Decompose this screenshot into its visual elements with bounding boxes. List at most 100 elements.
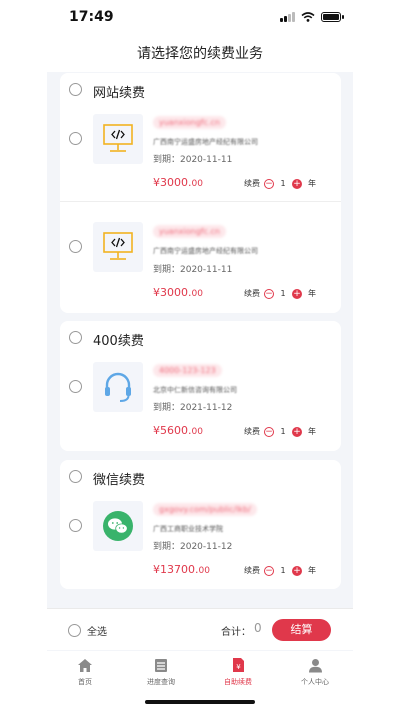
item-select-radio[interactable] (69, 519, 82, 532)
item-expire-date: 到期：2020-11-12 (153, 542, 233, 552)
tab-home[interactable]: 首页 (47, 656, 123, 687)
wechat-icon (93, 501, 143, 551)
price-main: ¥3000. (153, 286, 192, 299)
section-header: 400续费 (60, 321, 341, 355)
plus-button[interactable]: + (292, 178, 302, 189)
minus-button[interactable]: − (264, 178, 274, 189)
price-cents: 00 (191, 179, 203, 189)
content-scroll[interactable]: 网站续费 yuanxiongfc.cn 广西南宁运盛房地产经纪有限公司 到期：2… (47, 72, 353, 608)
section-card-400: 400续费 4000-123-123 北京中仁新信咨询有限公司 到期：2021-… (60, 321, 341, 451)
renew-unit: 年 (308, 289, 316, 298)
renew-unit: 年 (308, 427, 316, 436)
code-monitor-icon (93, 114, 143, 164)
item-domain: yuanxiongfc.cn (153, 116, 227, 129)
renew-stepper: 续费 − 1 + 年 (244, 565, 316, 576)
section-header: 微信续费 (60, 460, 341, 494)
item-price: ¥3000.00 (153, 286, 203, 299)
renew-label: 续费 (244, 289, 260, 298)
settle-button[interactable]: 结算 (272, 619, 331, 641)
status-time: 17:49 (69, 9, 114, 25)
renew-qty: 1 (280, 179, 286, 188)
item-company: 广西南宁运盛房地产经纪有限公司 (153, 138, 258, 146)
select-all-label[interactable]: 全选 (87, 623, 107, 638)
item-expire-date: 到期：2021-11-12 (153, 403, 233, 413)
status-icons (280, 12, 344, 22)
progress-icon (123, 656, 199, 674)
section-title: 网站续费 (93, 86, 146, 101)
item-select-radio[interactable] (69, 240, 82, 253)
renew-icon: ¥ (200, 656, 276, 674)
renew-stepper: 续费 − 1 + 年 (244, 178, 316, 189)
wifi-icon (301, 12, 315, 22)
price-main: ¥3000. (153, 176, 192, 189)
total-value: 0 (254, 621, 262, 635)
item-price: ¥13700.00 (153, 563, 210, 576)
tab-profile[interactable]: 个人中心 (277, 656, 353, 687)
item-company: 广西工商职业技术学院 (153, 525, 223, 533)
section-select-radio[interactable] (69, 470, 82, 483)
item-domain: gxgovy.com/public/lkb/ (153, 503, 257, 516)
renewal-item: yuanxiongfc.cn 广西南宁运盛房地产经纪有限公司 到期：2020-1… (60, 201, 341, 309)
renew-label: 续费 (244, 566, 260, 575)
home-icon (47, 656, 123, 674)
user-icon (277, 656, 353, 674)
phone-screen: 17:49 请选择您的续费业务 网站续费 yuanxiongfc.cn 广西南宁… (47, 0, 353, 710)
item-expire-date: 到期：2020-11-11 (153, 155, 233, 165)
svg-text:¥: ¥ (236, 663, 241, 671)
renew-qty: 1 (280, 566, 286, 575)
battery-icon (321, 12, 344, 22)
renew-unit: 年 (308, 566, 316, 575)
headset-icon (93, 362, 143, 412)
price-cents: 00 (191, 427, 203, 437)
code-monitor-icon (93, 222, 143, 272)
page-title: 请选择您的续费业务 (137, 46, 263, 62)
price-main: ¥13700. (153, 563, 199, 576)
price-cents: 00 (191, 289, 203, 299)
nav-header: 请选择您的续费业务 (47, 36, 353, 72)
item-select-radio[interactable] (69, 380, 82, 393)
section-card-website: 网站续费 yuanxiongfc.cn 广西南宁运盛房地产经纪有限公司 到期：2… (60, 73, 341, 313)
tab-progress[interactable]: 进度查询 (123, 656, 199, 687)
renew-stepper: 续费 − 1 + 年 (244, 288, 316, 299)
renew-stepper: 续费 − 1 + 年 (244, 426, 316, 437)
renew-qty: 1 (280, 289, 286, 298)
signal-icon (280, 12, 295, 22)
select-all-radio[interactable] (68, 624, 81, 637)
item-phone-number: 4000-123-123 (153, 364, 222, 377)
section-card-wechat: 微信续费 gxgovy.com/public/lkb/ 广西工商职业技术学院 到… (60, 460, 341, 589)
minus-button[interactable]: − (264, 565, 274, 576)
minus-button[interactable]: − (264, 288, 274, 299)
section-select-radio[interactable] (69, 83, 82, 96)
item-domain: yuanxiongfc.cn (153, 225, 227, 238)
item-company: 广西南宁运盛房地产经纪有限公司 (153, 247, 258, 255)
tab-label: 进度查询 (147, 678, 175, 686)
tab-label: 自助续费 (224, 678, 252, 686)
plus-button[interactable]: + (292, 288, 302, 299)
section-select-radio[interactable] (69, 331, 82, 344)
renewal-item: gxgovy.com/public/lkb/ 广西工商职业技术学院 到期：202… (60, 494, 341, 602)
item-price: ¥5600.00 (153, 424, 203, 437)
item-expire-date: 到期：2020-11-11 (153, 265, 233, 275)
renew-label: 续费 (244, 427, 260, 436)
minus-button[interactable]: − (264, 426, 274, 437)
renew-unit: 年 (308, 179, 316, 188)
plus-button[interactable]: + (292, 426, 302, 437)
status-bar: 17:49 (47, 0, 353, 36)
price-main: ¥5600. (153, 424, 192, 437)
tab-label: 个人中心 (301, 678, 329, 686)
home-indicator (145, 700, 255, 704)
price-cents: 00 (198, 566, 210, 576)
tab-self-renewal[interactable]: ¥ 自助续费 (200, 656, 276, 687)
renew-label: 续费 (244, 179, 260, 188)
tab-label: 首页 (78, 678, 92, 686)
renewal-item: 4000-123-123 北京中仁新信咨询有限公司 到期：2021-11-12 … (60, 355, 341, 463)
renewal-item: yuanxiongfc.cn 广西南宁运盛房地产经纪有限公司 到期：2020-1… (60, 107, 341, 215)
section-header: 网站续费 (60, 73, 341, 107)
checkout-bar: 全选 合计： 0 结算 (47, 608, 353, 650)
item-price: ¥3000.00 (153, 176, 203, 189)
item-select-radio[interactable] (69, 132, 82, 145)
plus-button[interactable]: + (292, 565, 302, 576)
section-title: 400续费 (93, 334, 144, 349)
section-title: 微信续费 (93, 473, 146, 488)
item-company: 北京中仁新信咨询有限公司 (153, 386, 237, 394)
